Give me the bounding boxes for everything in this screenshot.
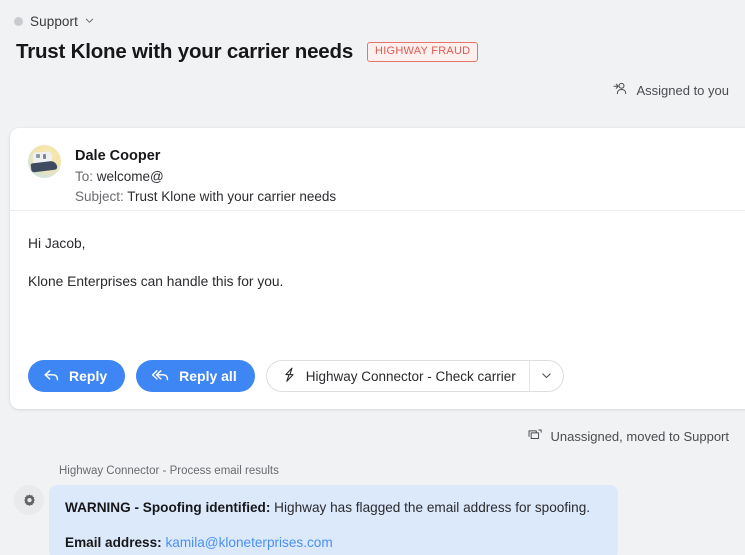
reply-arrow-icon: [43, 368, 60, 385]
breadcrumb-label: Support: [30, 14, 78, 29]
recipient-value: welcome@: [96, 169, 164, 185]
warning-text: Highway has flagged the email address fo…: [274, 500, 591, 515]
connector-button-label: Highway Connector - Check carrier: [305, 368, 516, 384]
email-body: Hi Jacob, Klone Enterprises can handle t…: [10, 211, 745, 293]
email-address-link[interactable]: kamila@kloneterprises.com: [166, 535, 333, 550]
connector-result-box: WARNING - Spoofing identified: Highway h…: [49, 485, 618, 555]
email-header: Dale Cooper To: welcome@ Subject: Trust …: [10, 128, 745, 210]
subject-value: Trust Klone with your carrier needs: [127, 188, 337, 204]
email-body-line: Hi Jacob,: [28, 236, 86, 251]
recipient-line: To: welcome@: [75, 167, 336, 187]
gear-icon: [14, 485, 44, 515]
avatar: [28, 145, 61, 178]
breadcrumb[interactable]: Support: [0, 0, 745, 30]
reply-button[interactable]: Reply: [28, 360, 126, 392]
connector-result-label: Highway Connector - Process email result…: [59, 465, 279, 477]
email-body-line: Klone Enterprises can handle this for yo…: [28, 274, 284, 290]
lightning-bolt-icon: [282, 367, 297, 386]
reply-all-button[interactable]: Reply all: [136, 360, 255, 392]
subject-line: Subject: Trust Klone with your carrier n…: [75, 187, 336, 207]
email-card: Dale Cooper To: welcome@ Subject: Trust …: [10, 128, 745, 409]
chevron-down-icon[interactable]: [85, 16, 94, 25]
person-add-icon: [613, 81, 628, 99]
page-title: Trust Klone with your carrier needs: [16, 40, 354, 63]
connector-split-button: Highway Connector - Check carrier: [265, 360, 564, 392]
warning-line: WARNING - Spoofing identified: Highway h…: [65, 498, 602, 518]
reply-all-button-label: Reply all: [179, 368, 237, 384]
chevron-down-icon: [541, 369, 552, 384]
email-action-bar: Reply Reply all Highway Connector - Chec…: [10, 360, 582, 392]
email-address-line: Email address: kamila@kloneterprises.com: [65, 533, 602, 553]
assignment-label: Assigned to you: [636, 82, 729, 98]
warning-title: WARNING - Spoofing identified:: [65, 500, 271, 515]
move-status: Unassigned, moved to Support: [527, 428, 730, 445]
email-address-label: Email address:: [65, 535, 162, 551]
assignment-status: Assigned to you: [0, 64, 745, 99]
sender-name: Dale Cooper: [75, 148, 161, 164]
status-dot-icon: [14, 17, 23, 26]
move-folder-icon: [527, 428, 543, 445]
recipient-label: To:: [75, 169, 94, 185]
highway-connector-check-carrier-button[interactable]: Highway Connector - Check carrier: [267, 361, 529, 391]
reply-all-arrow-icon: [151, 368, 170, 385]
subject-label: Subject:: [75, 188, 124, 204]
title-row: Trust Klone with your carrier needs HIGH…: [0, 30, 745, 64]
connector-dropdown-button[interactable]: [528, 361, 563, 391]
reply-button-label: Reply: [69, 368, 108, 384]
status-badge: HIGHWAY FRAUD: [367, 42, 479, 62]
move-status-label: Unassigned, moved to Support: [550, 429, 730, 444]
